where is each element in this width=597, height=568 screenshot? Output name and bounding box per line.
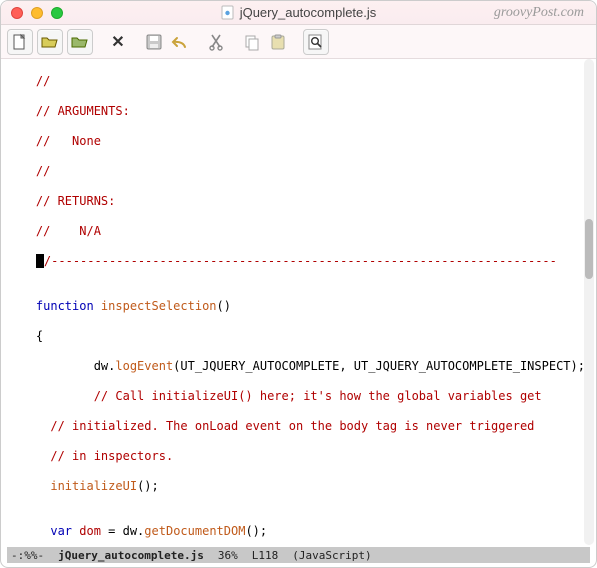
maximize-window-button[interactable] <box>51 7 63 19</box>
code-line: // ARGUMENTS: <box>7 104 590 119</box>
toolbar: ✕ <box>1 25 596 59</box>
code-line: // N/A <box>7 224 590 239</box>
code-line: { <box>7 329 590 344</box>
copy-button[interactable] <box>241 31 263 53</box>
code-line: // None <box>7 134 590 149</box>
status-filename: jQuery_autocomplete.js <box>58 549 204 562</box>
code-line: // <box>7 74 590 89</box>
window-title-text: jQuery_autocomplete.js <box>240 5 377 20</box>
status-bar: -:%%- jQuery_autocomplete.js 36% L118 (J… <box>7 547 590 563</box>
status-line: L118 <box>252 549 279 562</box>
save-button[interactable] <box>143 31 165 53</box>
status-language: (JavaScript) <box>292 549 371 562</box>
cut-button[interactable] <box>205 31 227 53</box>
code-line: // RETURNS: <box>7 194 590 209</box>
vertical-scrollbar[interactable] <box>584 59 594 545</box>
traffic-lights <box>1 7 63 19</box>
undo-button[interactable] <box>169 31 191 53</box>
search-button[interactable] <box>303 29 329 55</box>
code-line: // Call initializeUI() here; it's how th… <box>7 389 590 404</box>
open-alt-button[interactable] <box>67 29 93 55</box>
watermark-text: groovyPost.com <box>494 5 584 21</box>
new-file-button[interactable] <box>7 29 33 55</box>
titlebar: jQuery_autocomplete.js groovyPost.com <box>1 1 596 25</box>
minimize-window-button[interactable] <box>31 7 43 19</box>
paste-button[interactable] <box>267 31 289 53</box>
code-line: // initialized. The onLoad event on the … <box>7 419 590 434</box>
scrollbar-thumb[interactable] <box>585 219 593 279</box>
code-line: var dom = dw.getDocumentDOM(); <box>7 524 590 539</box>
code-line: dw.logEvent(UT_JQUERY_AUTOCOMPLETE, UT_J… <box>7 359 590 374</box>
close-window-button[interactable] <box>11 7 23 19</box>
code-line: // in inspectors. <box>7 449 590 464</box>
code-line: // <box>7 164 590 179</box>
code-line: /---------------------------------------… <box>7 254 590 269</box>
code-line: function inspectSelection() <box>7 299 590 314</box>
code-editor[interactable]: // // ARGUMENTS: // None // // RETURNS: … <box>7 59 590 545</box>
close-file-button[interactable]: ✕ <box>107 31 129 53</box>
status-percent: 36% <box>218 549 238 562</box>
cursor-icon <box>36 254 44 268</box>
code-line: initializeUI(); <box>7 479 590 494</box>
status-mode: -:%%- <box>11 549 44 562</box>
js-file-icon <box>221 6 235 20</box>
open-file-button[interactable] <box>37 29 63 55</box>
